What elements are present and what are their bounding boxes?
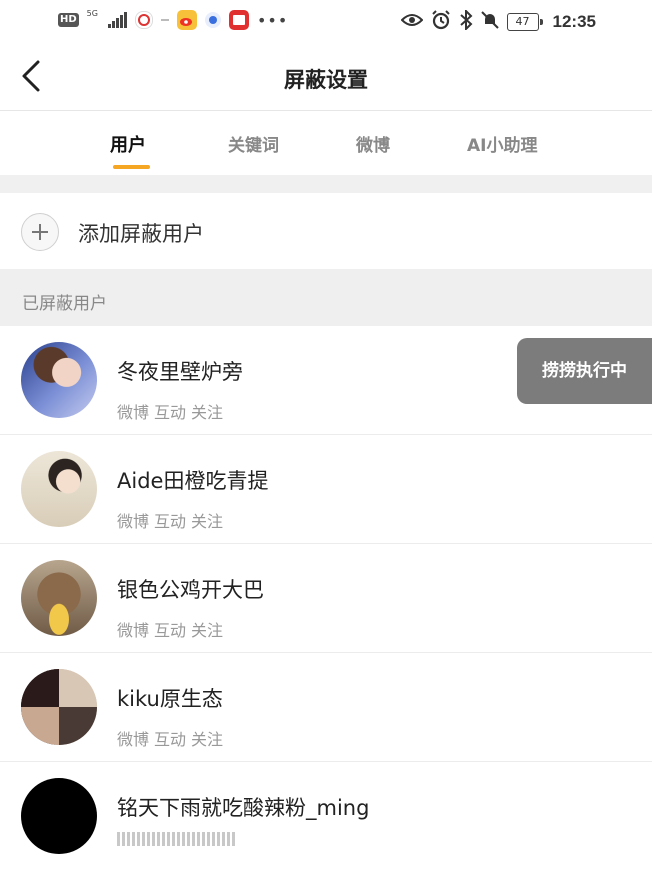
list-item[interactable]: 铭天下雨就吃酸辣粉_ming — [0, 762, 652, 870]
weibo-filter-button[interactable]: 微博 — [117, 617, 149, 641]
alarm-icon — [431, 10, 451, 34]
tab-users[interactable]: 用户 — [110, 131, 146, 157]
user-name[interactable]: 银色公鸡开大巴 — [117, 574, 264, 604]
weibo-filter-button[interactable]: 微博 — [117, 399, 149, 423]
bluetooth-icon — [459, 8, 473, 34]
mute-icon — [480, 10, 499, 34]
page-title: 屏蔽设置 — [284, 68, 368, 92]
follow-filter-button[interactable]: 关注 — [191, 508, 223, 532]
nav-bar: 屏蔽设置 — [0, 44, 652, 111]
follow-filter-button[interactable]: 关注 — [191, 726, 223, 750]
section-header: 已屏蔽用户 — [0, 269, 652, 326]
interaction-filter-button[interactable]: 互动 — [154, 617, 186, 641]
avatar[interactable] — [21, 342, 97, 418]
message-icon — [228, 10, 249, 30]
avatar[interactable] — [21, 669, 97, 745]
clock: 12:35 — [552, 12, 596, 31]
battery-icon: 47 — [506, 13, 543, 31]
interaction-filter-button[interactable]: 互动 — [154, 399, 186, 423]
tab-weibo[interactable]: 微博 — [356, 131, 390, 156]
section-label: 已屏蔽用户 — [22, 294, 107, 314]
user-actions: 微博 互动 关注 — [117, 726, 223, 750]
user-name[interactable]: 冬夜里壁炉旁 — [117, 356, 243, 386]
weibo-filter-button[interactable]: 微博 — [117, 508, 149, 532]
avatar[interactable] — [21, 560, 97, 636]
follow-filter-button[interactable]: 关注 — [191, 617, 223, 641]
weibo-filter-button[interactable]: 微博 — [117, 726, 149, 750]
status-bar: HD 5G ••• 47 12:35 — [0, 0, 652, 44]
status-bar-right: 47 12:35 — [400, 8, 596, 34]
add-blocked-user-label: 添加屏蔽用户 — [78, 222, 204, 246]
plus-icon — [21, 213, 59, 251]
interaction-filter-button[interactable]: 互动 — [154, 508, 186, 532]
hd-icon: HD — [58, 13, 79, 27]
list-item[interactable]: 银色公鸡开大巴 微博 互动 关注 — [0, 544, 652, 653]
list-item[interactable]: Aide田橙吃青提 微博 互动 关注 — [0, 435, 652, 544]
blocked-user-list: 冬夜里壁炉旁 微博 互动 关注 Aide田橙吃青提 微博 互动 关注 银色公鸡开… — [0, 326, 652, 870]
floating-status-button[interactable]: 捞捞执行中 — [517, 338, 652, 404]
user-actions: 微博 互动 关注 — [117, 508, 223, 532]
weibo-icon — [176, 10, 197, 30]
tab-keywords[interactable]: 关键词 — [228, 131, 279, 156]
eye-icon — [400, 12, 423, 32]
user-name[interactable]: kiku原生态 — [117, 683, 223, 713]
user-actions: 微博 互动 关注 — [117, 399, 223, 423]
tab-indicator — [113, 165, 150, 169]
user-actions-placeholder — [117, 832, 235, 846]
avatar[interactable] — [21, 778, 97, 854]
tab-bar: 用户 关键词 微博 AI小助理 — [0, 111, 652, 175]
browser-icon — [204, 12, 221, 28]
app-icon — [134, 11, 153, 29]
more-icon: ••• — [256, 10, 289, 30]
status-bar-left: HD 5G ••• — [58, 10, 288, 30]
interaction-filter-button[interactable]: 互动 — [154, 726, 186, 750]
list-item[interactable]: kiku原生态 微博 互动 关注 — [0, 653, 652, 762]
network-label: 5G — [86, 9, 98, 18]
avatar[interactable] — [21, 451, 97, 527]
add-blocked-user-button[interactable]: 添加屏蔽用户 — [0, 193, 652, 269]
follow-filter-button[interactable]: 关注 — [191, 399, 223, 423]
divider-band — [0, 175, 652, 193]
signal-icon — [107, 12, 127, 28]
user-name[interactable]: Aide田橙吃青提 — [117, 465, 268, 495]
user-name[interactable]: 铭天下雨就吃酸辣粉_ming — [117, 792, 369, 822]
user-actions: 微博 互动 关注 — [117, 617, 223, 641]
tab-ai-assistant[interactable]: AI小助理 — [467, 131, 537, 156]
dash-icon — [160, 19, 169, 21]
